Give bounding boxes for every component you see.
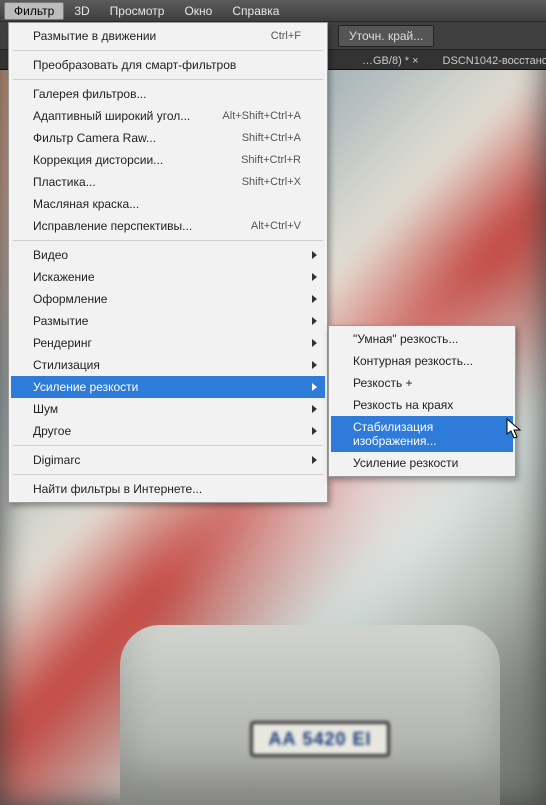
menu-item-label: Исправление перспективы... [33, 219, 192, 233]
menu-item-label: Оформление [33, 292, 107, 306]
menubar-item-3d[interactable]: 3D [64, 2, 99, 20]
menubar-item-фильтр[interactable]: Фильтр [4, 2, 64, 20]
menu-item[interactable]: Видео [11, 244, 325, 266]
chevron-right-icon [312, 456, 317, 464]
menu-item[interactable]: Пластика... Shift+Ctrl+X [11, 171, 325, 193]
menu-item-label: Галерея фильтров... [33, 87, 146, 101]
submenu-item[interactable]: Усиление резкости [331, 452, 513, 474]
menu-item[interactable]: Стилизация [11, 354, 325, 376]
menu-separator [13, 474, 323, 475]
chevron-right-icon [312, 405, 317, 413]
menu-item-shortcut: Alt+Ctrl+V [251, 220, 301, 232]
menu-item-shortcut: Ctrl+F [271, 30, 301, 42]
refine-edge-button[interactable]: Уточн. край... [338, 25, 434, 47]
menu-item-shortcut: Shift+Ctrl+A [242, 132, 301, 144]
menu-item[interactable]: Исправление перспективы... Alt+Ctrl+V [11, 215, 325, 237]
submenu-item[interactable]: Резкость на краях [331, 394, 513, 416]
submenu-item-label: Резкость + [353, 376, 413, 390]
menu-item-label: Размытие [33, 314, 88, 328]
document-tab[interactable]: DSCN1042-восстановлено… [435, 53, 546, 69]
menubar-item-просмотр[interactable]: Просмотр [100, 2, 175, 20]
submenu-item[interactable]: Стабилизация изображения... [331, 416, 513, 452]
menu-bar: Фильтр3DПросмотрОкноСправка [0, 0, 546, 22]
license-plate: АА 5420 ЕІ [250, 721, 390, 757]
menu-separator [13, 240, 323, 241]
menu-item-label: Видео [33, 248, 68, 262]
menu-item-label: Преобразовать для смарт-фильтров [33, 58, 236, 72]
chevron-right-icon [312, 339, 317, 347]
menu-item-label: Искажение [33, 270, 95, 284]
submenu-item-label: Резкость на краях [353, 398, 453, 412]
menu-item-label: Другое [33, 424, 71, 438]
chevron-right-icon [312, 361, 317, 369]
menu-item[interactable]: Размытие в движении Ctrl+F [11, 25, 325, 47]
menu-item[interactable]: Найти фильтры в Интернете... [11, 478, 325, 500]
menubar-item-справка[interactable]: Справка [222, 2, 289, 20]
menu-item-shortcut: Shift+Ctrl+R [241, 154, 301, 166]
menu-item-shortcut: Alt+Shift+Ctrl+A [222, 110, 301, 122]
menu-item[interactable]: Размытие [11, 310, 325, 332]
menu-item-label: Коррекция дисторсии... [33, 153, 163, 167]
menu-separator [13, 445, 323, 446]
menu-item-label: Шум [33, 402, 58, 416]
menu-item[interactable]: Оформление [11, 288, 325, 310]
menu-item[interactable]: Рендеринг [11, 332, 325, 354]
submenu-item-label: Контурная резкость... [353, 354, 473, 368]
chevron-right-icon [312, 317, 317, 325]
sharpen-submenu[interactable]: "Умная" резкость... Контурная резкость...… [328, 325, 516, 477]
menu-item-label: Размытие в движении [33, 29, 156, 43]
chevron-right-icon [312, 273, 317, 281]
menu-item[interactable]: Преобразовать для смарт-фильтров [11, 54, 325, 76]
menu-separator [13, 79, 323, 80]
menu-item-label: Адаптивный широкий угол... [33, 109, 190, 123]
menu-item-shortcut: Shift+Ctrl+X [242, 176, 301, 188]
menu-item[interactable]: Коррекция дисторсии... Shift+Ctrl+R [11, 149, 325, 171]
menubar-item-окно[interactable]: Окно [174, 2, 222, 20]
car-body [120, 625, 500, 805]
document-tab[interactable]: …GB/8) * × [354, 53, 427, 69]
submenu-item[interactable]: Контурная резкость... [331, 350, 513, 372]
menu-item-label: Найти фильтры в Интернете... [33, 482, 202, 496]
filter-menu-dropdown[interactable]: Размытие в движении Ctrl+F Преобразовать д… [8, 22, 328, 503]
menu-item[interactable]: Другое [11, 420, 325, 442]
menu-item-label: Стилизация [33, 358, 100, 372]
chevron-right-icon [312, 295, 317, 303]
menu-item[interactable]: Галерея фильтров... [11, 83, 325, 105]
chevron-right-icon [312, 427, 317, 435]
chevron-right-icon [312, 383, 317, 391]
menu-item[interactable]: Фильтр Camera Raw... Shift+Ctrl+A [11, 127, 325, 149]
submenu-item[interactable]: "Умная" резкость... [331, 328, 513, 350]
chevron-right-icon [312, 251, 317, 259]
menu-item-label: Усиление резкости [33, 380, 138, 394]
menu-item[interactable]: Digimarc [11, 449, 325, 471]
menu-item[interactable]: Шум [11, 398, 325, 420]
menu-item[interactable]: Искажение [11, 266, 325, 288]
submenu-item[interactable]: Резкость + [331, 372, 513, 394]
menu-item[interactable]: Усиление резкости [11, 376, 325, 398]
menu-item-label: Фильтр Camera Raw... [33, 131, 156, 145]
submenu-item-label: Усиление резкости [353, 456, 458, 470]
menu-item[interactable]: Адаптивный широкий угол... Alt+Shift+Ctrl… [11, 105, 325, 127]
menu-item[interactable]: Масляная краска... [11, 193, 325, 215]
submenu-item-label: Стабилизация изображения... [353, 420, 489, 448]
menu-item-label: Рендеринг [33, 336, 92, 350]
submenu-item-label: "Умная" резкость... [353, 332, 458, 346]
menu-item-label: Масляная краска... [33, 197, 139, 211]
menu-separator [13, 50, 323, 51]
menu-item-label: Пластика... [33, 175, 96, 189]
menu-item-label: Digimarc [33, 453, 80, 467]
